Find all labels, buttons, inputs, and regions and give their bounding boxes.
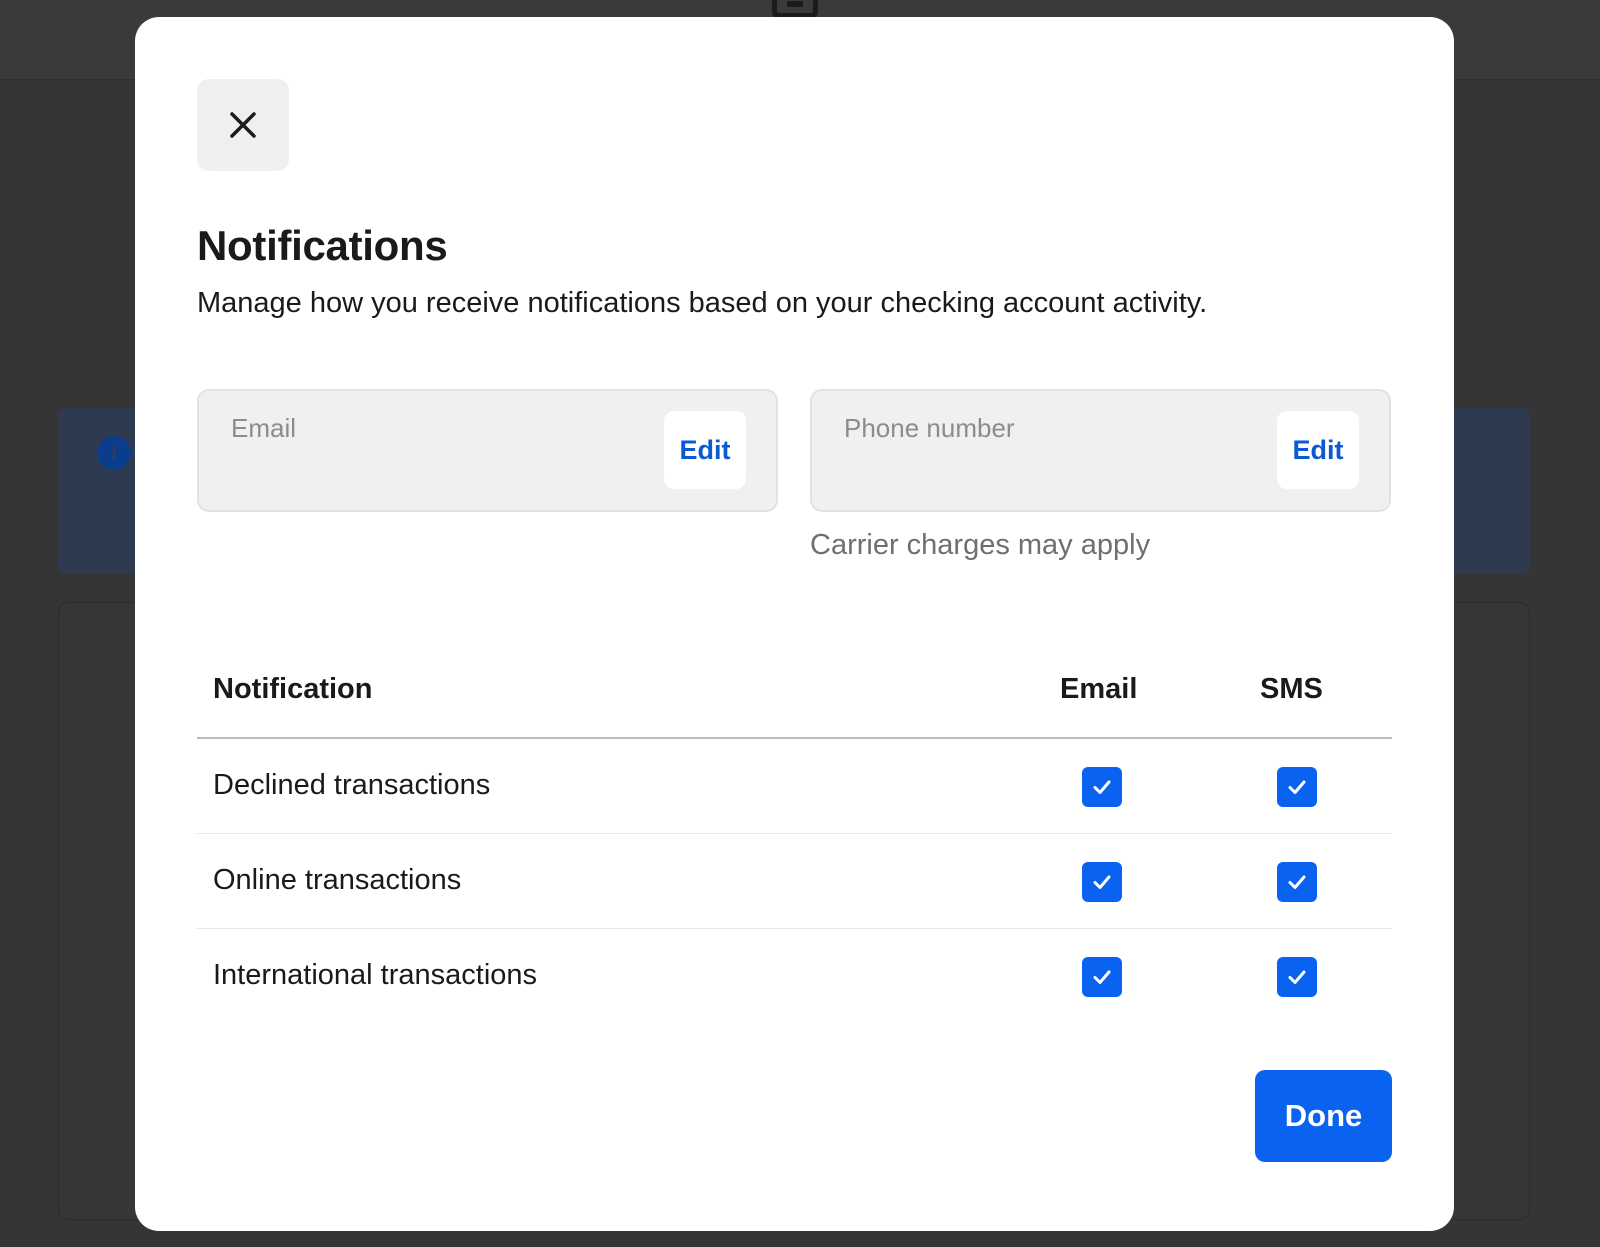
checkmark-icon (1288, 780, 1306, 794)
notification-table: Notification Email SMS Declined transact… (197, 643, 1392, 1024)
table-row: International transactions (197, 929, 1392, 1024)
header-email: Email (1060, 673, 1138, 705)
carrier-charges-note: Carrier charges may apply (810, 529, 1151, 561)
brand-logo-icon (772, 0, 818, 18)
modal-subtitle: Manage how you receive notifications bas… (197, 287, 1208, 319)
checkmark-icon (1093, 780, 1111, 794)
close-icon (230, 112, 256, 138)
table-row: Declined transactions (197, 739, 1392, 834)
row-label: Declined transactions (213, 769, 491, 801)
email-contact-field: Email Edit (197, 389, 778, 512)
row-label: International transactions (213, 959, 538, 991)
checkmark-icon (1093, 875, 1111, 889)
email-field-label: Email (231, 413, 297, 443)
header-notification: Notification (213, 673, 373, 705)
modal-title: Notifications (197, 222, 448, 269)
sms-checkbox[interactable] (1277, 862, 1317, 902)
phone-field-label: Phone number (844, 413, 1015, 443)
row-label: Online transactions (213, 864, 462, 896)
email-checkbox[interactable] (1082, 957, 1122, 997)
email-checkbox[interactable] (1082, 862, 1122, 902)
checkmark-icon (1093, 970, 1111, 984)
sms-checkbox[interactable] (1277, 957, 1317, 997)
checkmark-icon (1288, 875, 1306, 889)
checkmark-icon (1288, 970, 1306, 984)
table-header: Notification Email SMS (197, 643, 1392, 739)
close-button[interactable] (197, 79, 289, 171)
info-icon: i (97, 436, 131, 470)
table-row: Online transactions (197, 834, 1392, 929)
done-button[interactable]: Done (1255, 1070, 1392, 1162)
notifications-modal: Notifications Manage how you receive not… (135, 17, 1454, 1231)
header-sms: SMS (1260, 673, 1323, 705)
sms-checkbox[interactable] (1277, 767, 1317, 807)
email-checkbox[interactable] (1082, 767, 1122, 807)
edit-phone-button[interactable]: Edit (1277, 411, 1359, 489)
phone-contact-field: Phone number Edit (810, 389, 1391, 512)
edit-email-button[interactable]: Edit (664, 411, 746, 489)
